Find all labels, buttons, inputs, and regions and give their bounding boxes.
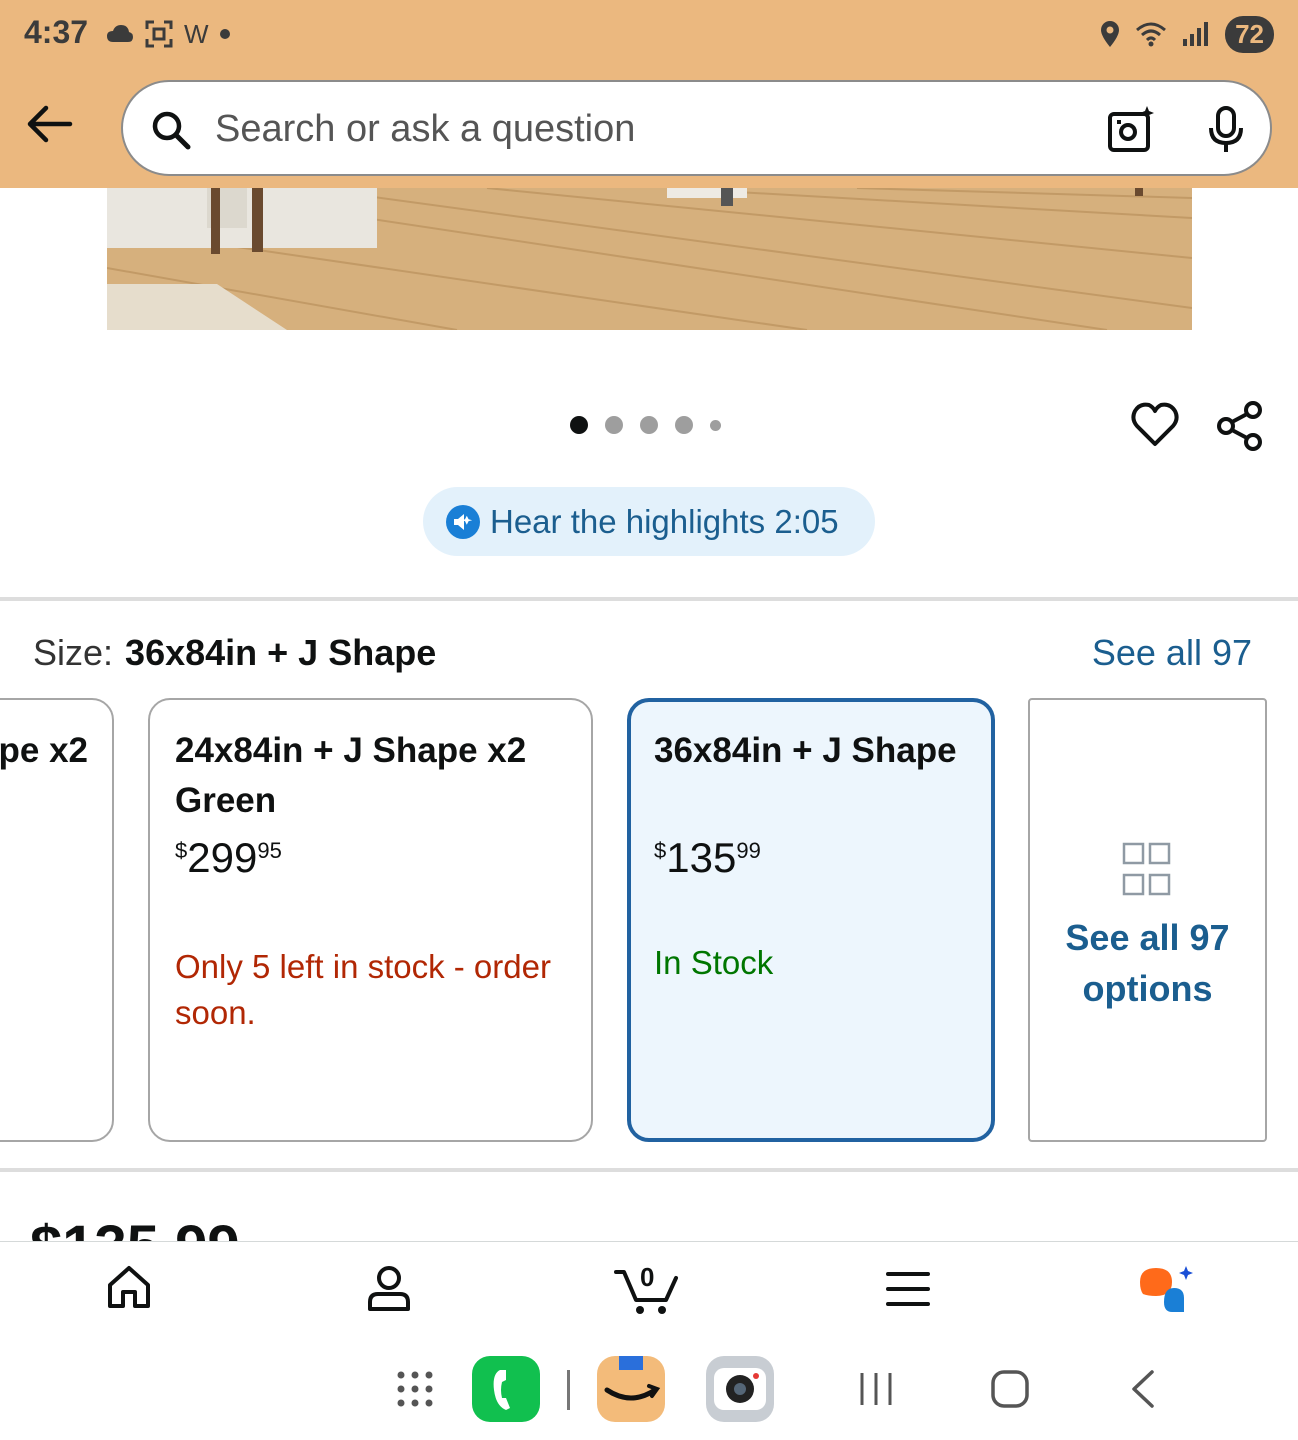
size-option-price: $13599 [654,834,761,882]
size-option-title: 36x84in + J Shape [654,731,957,770]
mic-icon[interactable] [1207,106,1245,154]
phone-handset-icon [493,1370,510,1410]
price-symbol: $ [175,838,188,863]
price-fraction: 95 [257,838,282,863]
carousel-dot[interactable] [570,416,588,434]
size-label: Size: [33,632,114,673]
cart-count: 0 [640,1262,655,1292]
main-price-peek: $135.99 [30,1218,240,1241]
size-option-card[interactable]: 24x84in + J Shape x2 Green $29995 Only 5… [148,698,593,1142]
recents-button[interactable] [858,1371,894,1407]
see-all-options-card[interactable]: See all 97 options [1028,698,1267,1142]
amazon-smile-icon [604,1356,661,1401]
back-arrow-icon[interactable] [22,100,74,148]
back-button[interactable] [1128,1369,1158,1409]
status-time: 4:37 [24,14,89,50]
bottom-navigation: 0 [0,1241,1298,1338]
battery-indicator: 72 [1225,15,1274,53]
low-stock-warning: Only 5 left in stock - order soon. [175,948,551,1031]
amazon-app-icon[interactable] [597,1356,665,1422]
size-selection-heading: Size: 36x84in + J Shape [33,632,436,674]
main-price: $135.99 [30,1218,240,1241]
menu-icon[interactable] [886,1270,930,1308]
dock-separator [567,1370,570,1410]
camera-app-icon[interactable] [706,1356,774,1422]
status-right-icons: 72 [1099,14,1274,54]
w-notification-icon: W [184,18,209,49]
dot-icon [219,29,230,39]
product-photo[interactable] [107,188,1192,330]
price-whole: 135 [666,834,737,881]
app-drawer-icon[interactable] [396,1370,434,1408]
rufus-ai-icon[interactable] [1138,1264,1198,1316]
image-carousel-dots [570,416,721,434]
hear-highlights-button[interactable]: Hear the highlights 2:05 [423,487,875,556]
app-header: 4:37 W 72 Search or ask a question [0,0,1298,188]
search-input[interactable]: Search or ask a question [215,108,635,151]
status-left-icons: W [106,16,231,52]
location-icon [1101,21,1120,47]
size-option-card-selected[interactable]: 36x84in + J Shape $13599 In Stock [627,698,995,1142]
see-all-options-label: See all 97 options [1065,917,1230,1009]
home-button[interactable] [990,1369,1030,1409]
home-icon[interactable] [106,1264,152,1310]
search-bar[interactable]: Search or ask a question [121,80,1272,176]
section-divider [0,597,1298,601]
search-icon [152,111,191,150]
carousel-dot[interactable] [710,419,721,431]
size-option-card[interactable]: pe x2 [0,698,114,1142]
carousel-dot[interactable] [605,416,623,434]
size-option-title: pe x2 [0,731,88,770]
cloud-icon [107,25,133,42]
size-option-price: $29995 [175,834,282,882]
camera-lens-icon [714,1368,766,1410]
system-navigation-bar [0,1338,1298,1440]
section-divider [0,1168,1298,1172]
price-whole: 299 [187,834,258,881]
product-photo-floor [107,188,1192,330]
screenshot-icon [145,20,173,48]
signal-icon [1183,22,1209,46]
grid-icon [1122,842,1171,896]
price-symbol: $ [654,838,667,863]
account-icon[interactable] [366,1264,412,1312]
in-stock-status: In Stock [654,944,774,981]
camera-search-icon[interactable] [1107,104,1155,154]
hear-highlights-label: Hear the highlights 2:05 [490,502,839,540]
carousel-dot[interactable] [675,416,693,434]
carousel-dot[interactable] [640,416,658,434]
price-fraction: 99 [736,838,761,863]
share-icon[interactable] [1216,400,1266,452]
wifi-icon [1136,22,1167,47]
see-all-sizes-link[interactable]: See all 97 [1092,632,1252,674]
audio-highlights-icon [446,504,480,539]
cart-button[interactable]: 0 [614,1262,680,1316]
heart-icon[interactable] [1130,400,1180,450]
selected-size-value: 36x84in + J Shape [125,632,437,673]
size-option-title: 24x84in + J Shape x2 Green [175,731,527,820]
phone-app-icon[interactable] [472,1356,540,1422]
